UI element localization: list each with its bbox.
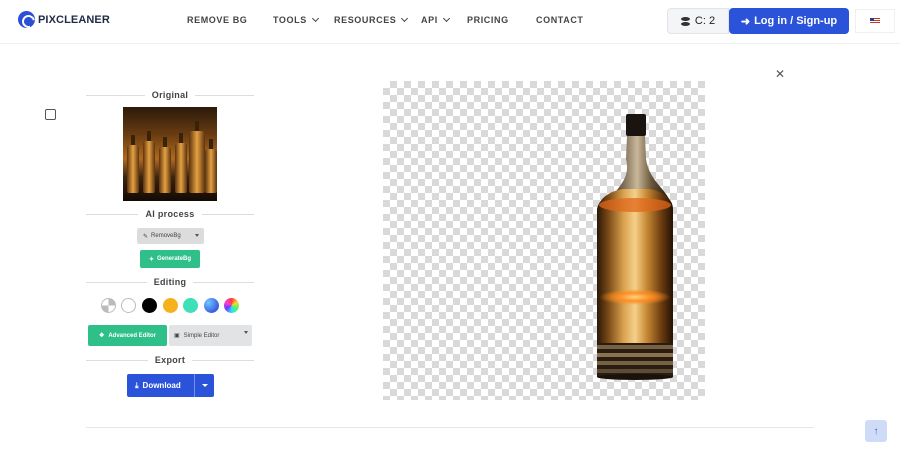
thumb-neck: [195, 121, 199, 131]
nav-contact-label: CONTACT: [536, 15, 584, 25]
logo-icon: [18, 11, 35, 28]
generatebg-label: GenerateBg: [157, 256, 192, 262]
original-section-title: Original: [86, 88, 254, 102]
download-options-toggle[interactable]: [194, 374, 214, 397]
thumb-bottle: [205, 139, 217, 193]
login-label: Log in / Sign-up: [754, 15, 838, 27]
bottle-bottom: [597, 374, 673, 380]
login-signup-button[interactable]: ➜ Log in / Sign-up: [729, 8, 849, 34]
black-swatch[interactable]: [142, 298, 157, 313]
edit-icon: ✎: [143, 233, 149, 240]
thumb-bottle: [143, 131, 155, 193]
blue-gradient-swatch[interactable]: [204, 298, 219, 313]
bottle-shoulder-glow: [599, 198, 671, 212]
caret-down-icon: [244, 331, 248, 334]
bottle-ring: [597, 369, 673, 373]
original-title-text: Original: [151, 90, 189, 100]
original-image-thumbnail[interactable]: [123, 107, 217, 201]
teal-swatch[interactable]: [183, 298, 198, 313]
editing-section-title: Editing: [86, 275, 254, 289]
us-flag-icon: [870, 18, 880, 24]
ai-title-text: AI process: [145, 209, 195, 219]
magic-wand-icon: ✦: [148, 256, 154, 263]
thumb-bottle: [159, 137, 171, 193]
thumb-bottle: [189, 121, 205, 193]
white-swatch[interactable]: [121, 298, 136, 313]
removebg-dropdown-button[interactable]: ✎ RemoveBg: [137, 228, 204, 244]
orange-swatch[interactable]: [163, 298, 178, 313]
transparent-swatch[interactable]: [101, 298, 116, 313]
download-main[interactable]: ⤓ Download: [127, 381, 194, 391]
nav-remove-bg[interactable]: REMOVE BG: [187, 15, 247, 25]
simple-editor-button[interactable]: ▣ Simple Editor: [169, 325, 252, 346]
coins-icon: [680, 16, 690, 26]
chevron-down-icon: [401, 14, 409, 23]
editing-title-text: Editing: [153, 277, 187, 287]
image-edit-icon: ▣: [174, 333, 180, 339]
nav-resources-label: RESOURCES: [334, 15, 397, 25]
brand-logo[interactable]: PIXCLEANER: [18, 11, 110, 28]
result-preview-canvas[interactable]: [383, 81, 705, 400]
ai-process-section-title: AI process: [86, 207, 254, 221]
sign-in-icon: ➜: [740, 15, 751, 28]
bottle-image: [597, 114, 673, 380]
thumb-neck: [179, 133, 183, 143]
thumb-neck: [163, 137, 167, 147]
credits-counter[interactable]: C: 2: [667, 8, 729, 34]
download-icon: ⤓: [135, 380, 139, 390]
nav-resources[interactable]: RESOURCES: [334, 14, 409, 25]
bottle-ring: [597, 345, 673, 349]
simple-editor-label: Simple Editor: [183, 332, 220, 339]
nav-api-label: API: [421, 15, 438, 25]
credits-label: C: 2: [694, 15, 716, 27]
nav-tools[interactable]: TOOLS: [273, 14, 319, 25]
rainbow-swatch[interactable]: [224, 298, 239, 313]
bottle-cap: [626, 114, 646, 136]
advanced-editor-label: Advanced Editor: [108, 332, 157, 339]
thumb-neck: [147, 131, 151, 141]
select-image-checkbox[interactable]: [45, 109, 56, 120]
chevron-down-icon: [311, 14, 319, 23]
bottle-body: [597, 189, 673, 343]
download-button[interactable]: ⤓ Download: [127, 374, 214, 397]
thumb-bottle: [127, 135, 139, 193]
section-divider: [86, 427, 814, 428]
nav-remove-bg-label: REMOVE BG: [187, 15, 248, 25]
nav-pricing-label: PRICING: [467, 15, 509, 25]
bottle-ring: [597, 361, 673, 365]
arrow-up-icon: ↑: [873, 425, 879, 437]
generatebg-button[interactable]: ✦ GenerateBg: [140, 250, 200, 268]
chevron-down-icon: [442, 14, 450, 23]
thumb-bottle: [175, 133, 187, 193]
thumb-neck: [209, 139, 213, 149]
download-label: Download: [142, 381, 181, 390]
brand-name: PIXCLEANER: [38, 13, 110, 26]
top-navbar: PIXCLEANER REMOVE BG TOOLS RESOURCES API…: [0, 0, 900, 44]
layers-icon: ❖: [98, 333, 105, 339]
nav-pricing[interactable]: PRICING: [467, 15, 509, 25]
bottle-ring: [597, 353, 673, 357]
language-selector[interactable]: [855, 9, 895, 33]
bottle-light-streak: [599, 289, 671, 305]
export-section-title: Export: [86, 353, 254, 367]
scroll-to-top-button[interactable]: ↑: [865, 420, 887, 442]
export-title-text: Export: [154, 355, 186, 365]
thumb-neck: [131, 135, 135, 145]
nav-contact[interactable]: CONTACT: [536, 15, 584, 25]
advanced-editor-button[interactable]: ❖ Advanced Editor: [88, 325, 167, 346]
nav-api[interactable]: API: [421, 14, 450, 25]
nav-tools-label: TOOLS: [273, 15, 307, 25]
caret-down-icon: [195, 234, 199, 237]
removebg-label: RemoveBg: [151, 233, 181, 239]
close-icon[interactable]: ✕: [774, 68, 786, 80]
